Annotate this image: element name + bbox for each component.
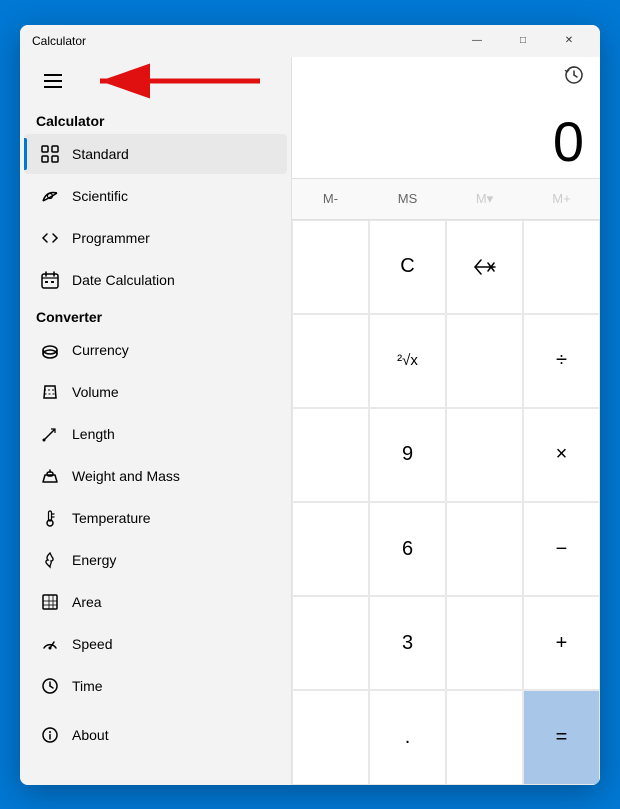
programmer-icon — [40, 228, 60, 248]
area-icon — [40, 592, 60, 612]
mem-plus-button[interactable]: M+ — [523, 179, 600, 219]
sidebar-item-temperature[interactable]: Temperature — [24, 498, 287, 538]
top-bar — [292, 57, 600, 98]
calc-button[interactable] — [446, 408, 523, 502]
speed-icon — [40, 634, 60, 654]
mem-store-button[interactable]: MS — [369, 179, 446, 219]
weight-icon — [40, 466, 60, 486]
sidebar-item-weight[interactable]: Weight and Mass — [24, 456, 287, 496]
divide-button[interactable]: ÷ — [523, 314, 600, 408]
volume-label: Volume — [72, 384, 119, 400]
calculator-grid: C ²√x ÷ 9 × 6−3 +. = — [292, 220, 600, 785]
minus-button[interactable]: − — [523, 502, 600, 596]
length-label: Length — [72, 426, 115, 442]
memory-row: M- MS M▾ M+ — [292, 178, 600, 220]
time-icon — [40, 676, 60, 696]
about-icon — [40, 725, 60, 745]
sidebar-item-scientific[interactable]: Scientific — [24, 176, 287, 216]
decimal-button[interactable]: . — [369, 690, 446, 784]
sidebar-item-date[interactable]: Date Calculation — [24, 260, 287, 300]
currency-label: Currency — [72, 342, 129, 358]
clear-button[interactable]: C — [369, 220, 446, 314]
volume-icon — [40, 382, 60, 402]
window-title: Calculator — [32, 34, 86, 48]
sidebar-item-time[interactable]: Time — [24, 666, 287, 706]
sqrt-button[interactable]: ²√x — [369, 314, 446, 408]
sidebar-item-currency[interactable]: Currency — [24, 330, 287, 370]
standard-icon — [40, 144, 60, 164]
window-controls: — □ ✕ — [454, 25, 592, 57]
sidebar-item-volume[interactable]: Volume — [24, 372, 287, 412]
multiply-button[interactable]: × — [523, 408, 600, 502]
sidebar-item-length[interactable]: Length — [24, 414, 287, 454]
sidebar-item-area[interactable]: Area — [24, 582, 287, 622]
display-area: 0 — [292, 98, 600, 178]
hamburger-line-2 — [44, 80, 62, 82]
about-label: About — [72, 727, 109, 743]
date-label: Date Calculation — [72, 272, 175, 288]
plus-button[interactable]: + — [523, 596, 600, 690]
sidebar: Calculator Standard — [20, 57, 292, 785]
temperature-label: Temperature — [72, 510, 151, 526]
converter-section-label: Converter — [20, 301, 291, 329]
calculator-window: Calculator — □ ✕ — [20, 25, 600, 785]
maximize-button[interactable]: □ — [500, 25, 546, 57]
calc-button[interactable] — [446, 690, 523, 784]
time-label: Time — [72, 678, 103, 694]
calc-button[interactable] — [292, 408, 369, 502]
close-button[interactable]: ✕ — [546, 25, 592, 57]
main-panel: 0 M- MS M▾ M+ C ²√x ÷ 9 × 6−3 +. = — [292, 57, 600, 785]
weight-label: Weight and Mass — [72, 468, 180, 484]
currency-icon — [40, 340, 60, 360]
scientific-icon — [40, 186, 60, 206]
calc-button[interactable] — [292, 502, 369, 596]
equals-button[interactable]: = — [523, 690, 600, 784]
hamburger-line-3 — [44, 86, 62, 88]
calc-button[interactable] — [292, 596, 369, 690]
energy-label: Energy — [72, 552, 116, 568]
energy-icon — [40, 550, 60, 570]
title-bar: Calculator — □ ✕ — [20, 25, 600, 57]
temperature-icon — [40, 508, 60, 528]
three-button[interactable]: 3 — [369, 596, 446, 690]
sidebar-header — [20, 57, 291, 105]
calc-button[interactable] — [446, 314, 523, 408]
date-icon — [40, 270, 60, 290]
standard-label: Standard — [72, 146, 129, 162]
area-label: Area — [72, 594, 102, 610]
calc-button[interactable] — [292, 690, 369, 784]
calc-button[interactable] — [446, 596, 523, 690]
minimize-button[interactable]: — — [454, 25, 500, 57]
calculator-section-label: Calculator — [20, 105, 291, 133]
length-icon — [40, 424, 60, 444]
backspace-button[interactable] — [446, 220, 523, 314]
speed-label: Speed — [72, 636, 112, 652]
scientific-label: Scientific — [72, 188, 128, 204]
nine-button[interactable]: 9 — [369, 408, 446, 502]
hamburger-button[interactable] — [36, 66, 70, 96]
calc-button[interactable] — [292, 314, 369, 408]
sidebar-item-standard[interactable]: Standard — [24, 134, 287, 174]
calc-button[interactable] — [523, 220, 600, 314]
hamburger-line-1 — [44, 74, 62, 76]
history-button[interactable] — [556, 61, 592, 94]
sidebar-item-about[interactable]: About — [24, 715, 287, 755]
calc-button[interactable] — [446, 502, 523, 596]
app-body: Calculator Standard — [20, 57, 600, 785]
programmer-label: Programmer — [72, 230, 150, 246]
mem-recall-button[interactable]: M▾ — [446, 179, 523, 219]
sidebar-item-energy[interactable]: Energy — [24, 540, 287, 580]
arrow-indicator — [70, 61, 270, 101]
sidebar-item-speed[interactable]: Speed — [24, 624, 287, 664]
display-value: 0 — [308, 114, 584, 170]
six-button[interactable]: 6 — [369, 502, 446, 596]
calc-button[interactable] — [292, 220, 369, 314]
mem-minus-button[interactable]: M- — [292, 179, 369, 219]
sidebar-item-programmer[interactable]: Programmer — [24, 218, 287, 258]
